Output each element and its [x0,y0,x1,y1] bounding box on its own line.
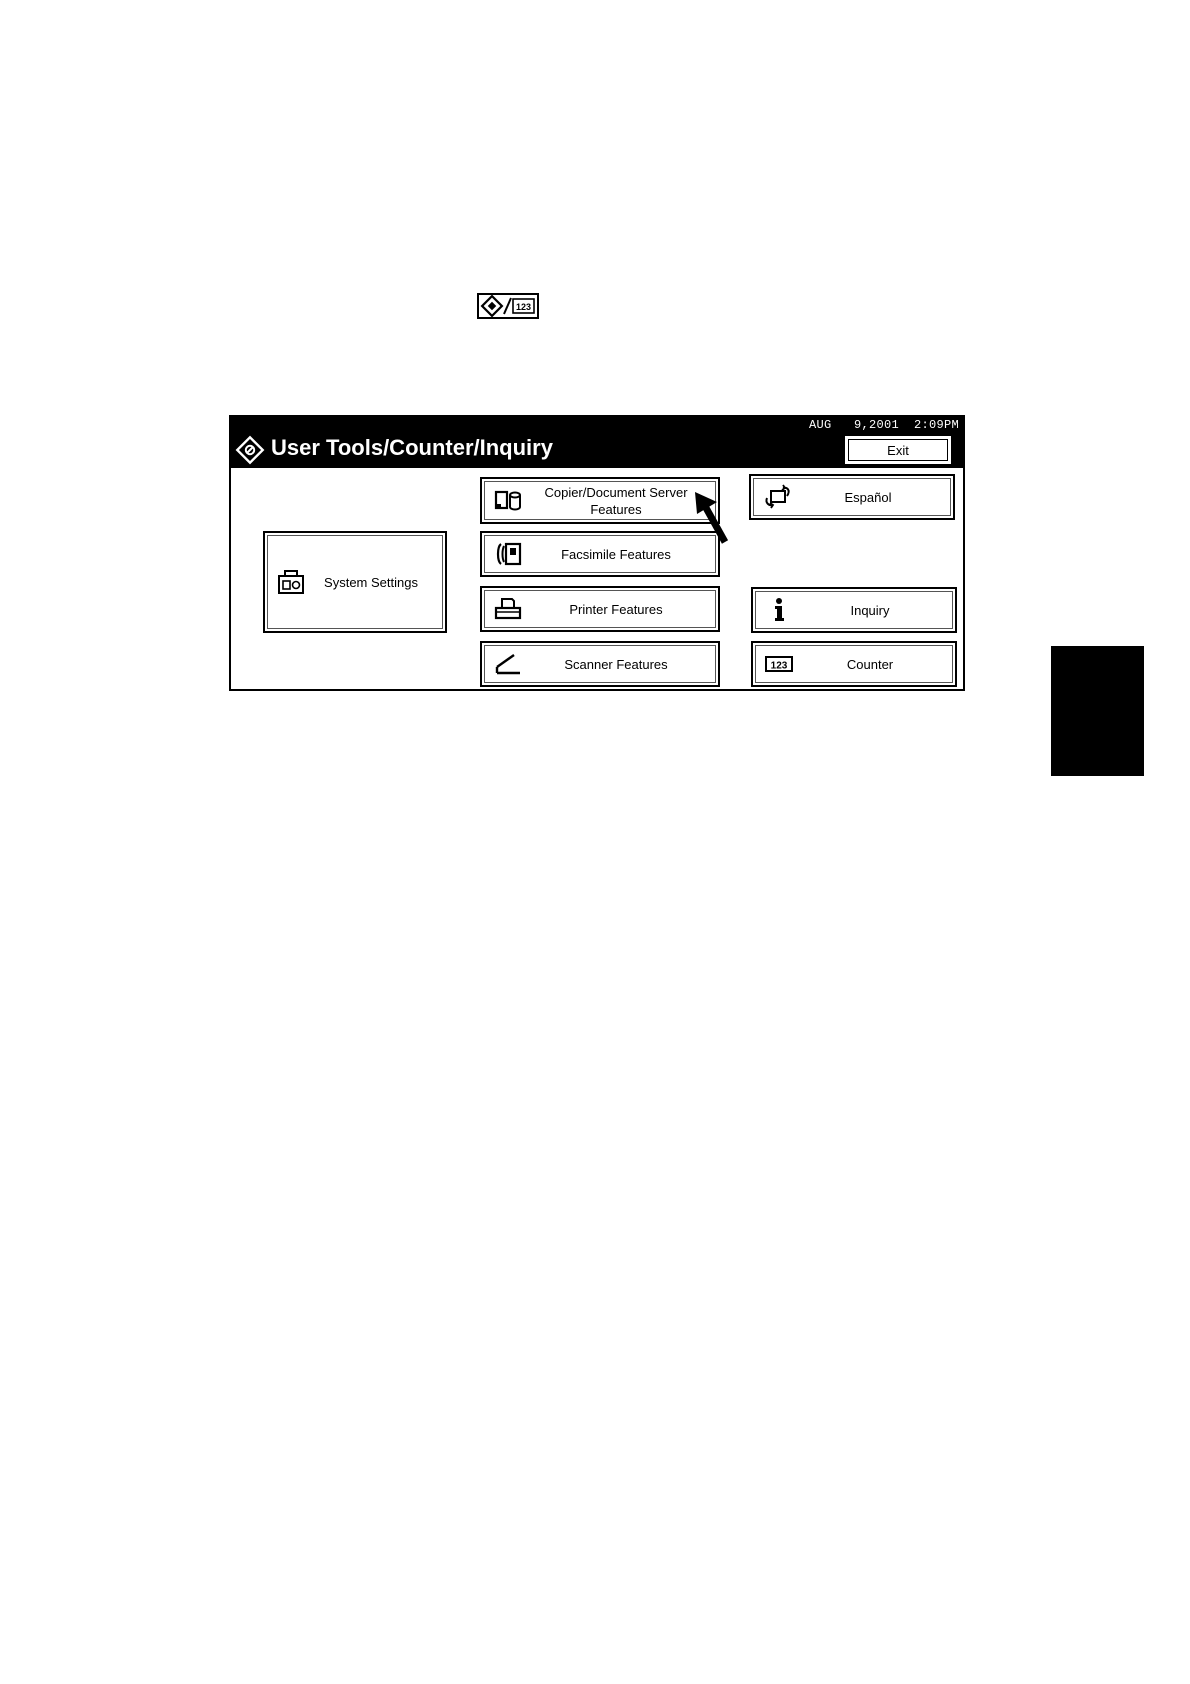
title-bar: AUG 9,2001 2:09PM User Tools/Counter/Inq… [231,417,963,468]
inquiry-button[interactable]: Inquiry [751,587,957,633]
counter-icon-text: 123 [771,661,788,672]
exit-button-label: Exit [887,442,909,458]
exit-button[interactable]: Exit [845,436,951,464]
copier-label-line1: Copier/Document Server [544,484,688,500]
facsimile-features-button[interactable]: Facsimile Features [480,531,720,577]
system-settings-button[interactable]: System Settings [263,531,447,633]
pointer-arrow-icon [693,492,733,547]
facsimile-icon [494,541,522,567]
datetime-display: AUG 9,2001 2:09PM [808,418,959,432]
copier-label-line2: Features [590,501,642,517]
info-icon [765,597,793,623]
user-tools-panel: AUG 9,2001 2:09PM User Tools/Counter/Inq… [229,415,965,691]
scanner-features-button[interactable]: Scanner Features [480,641,720,687]
counter-123-icon: 123 [765,651,793,677]
printer-features-button[interactable]: Printer Features [480,586,720,632]
copier-document-server-button[interactable]: Copier/Document Server Features [480,477,720,524]
scanner-icon [494,651,522,677]
key-icon-text: 123 [516,302,531,312]
user-tools-icon [235,435,265,465]
language-switch-icon [763,484,791,510]
printer-icon [494,596,522,622]
chapter-side-tab [1051,646,1144,776]
user-tools-counter-key-icon: 123 [477,293,539,319]
counter-button[interactable]: 123 Counter [751,641,957,687]
espanol-button[interactable]: Español [749,474,955,520]
copier-document-server-icon [494,488,522,514]
page-title: User Tools/Counter/Inquiry [271,435,553,460]
system-settings-icon [277,569,305,595]
